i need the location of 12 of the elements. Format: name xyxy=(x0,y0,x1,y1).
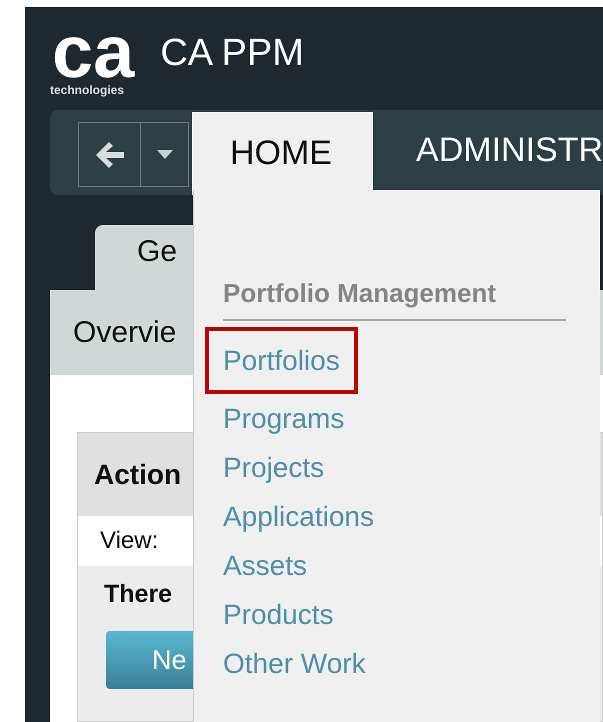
back-button[interactable] xyxy=(78,122,142,187)
menu-heading: Portfolio Management xyxy=(223,278,566,321)
app-title: CA PPM xyxy=(160,32,304,75)
menu-item[interactable]: Portfolios xyxy=(205,327,358,394)
logo-subtitle: technologies xyxy=(50,82,124,96)
caret-icon xyxy=(156,150,173,160)
nav-tab[interactable]: HOME xyxy=(192,112,374,195)
nav-tab[interactable]: ADMINISTR xyxy=(373,112,603,195)
logo-mark: ca xyxy=(52,20,136,82)
history-dropdown-button[interactable] xyxy=(141,122,189,187)
empty-message: There xyxy=(103,579,174,609)
menu-item[interactable]: Projects xyxy=(205,443,342,492)
